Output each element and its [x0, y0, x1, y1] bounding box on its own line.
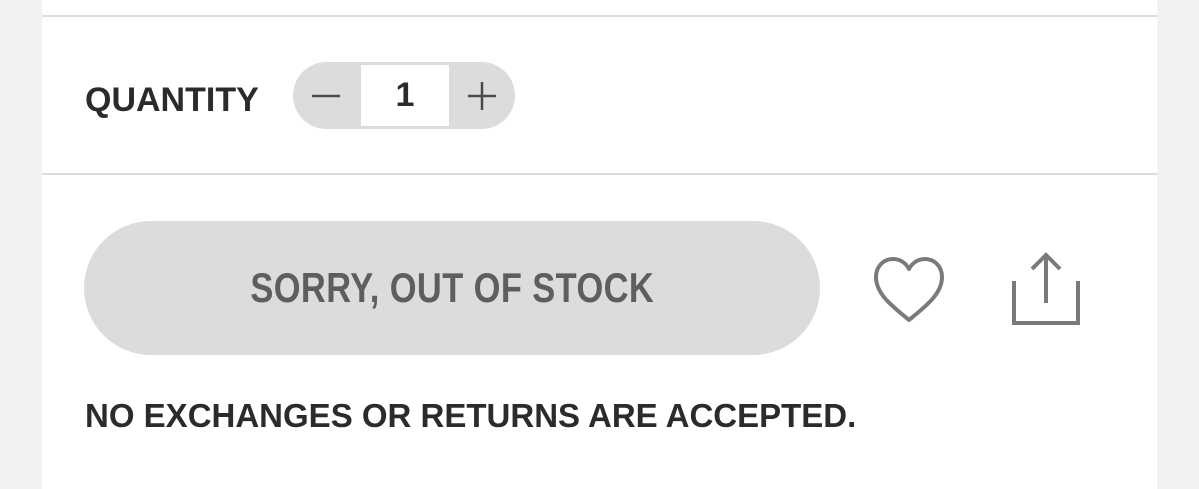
wishlist-button[interactable]	[868, 252, 950, 328]
product-purchase-panel: QUANTITY SORRY, OUT OF STOCK NO E	[42, 0, 1157, 489]
return-policy-note: NO EXCHANGES OR RETURNS ARE ACCEPTED.	[85, 397, 857, 434]
increment-button[interactable]	[449, 62, 515, 129]
quantity-stepper	[293, 62, 515, 129]
quantity-label: QUANTITY	[85, 81, 259, 119]
top-divider	[42, 15, 1157, 17]
share-icon	[1012, 252, 1080, 325]
quantity-input[interactable]	[361, 65, 449, 126]
out-of-stock-button[interactable]: SORRY, OUT OF STOCK	[84, 221, 820, 355]
plus-icon	[468, 81, 496, 110]
decrement-button[interactable]	[293, 62, 359, 129]
middle-divider	[42, 173, 1157, 175]
minus-icon	[312, 94, 340, 97]
share-button[interactable]	[1006, 250, 1086, 328]
out-of-stock-label: SORRY, OUT OF STOCK	[250, 264, 654, 311]
heart-icon	[874, 257, 944, 322]
